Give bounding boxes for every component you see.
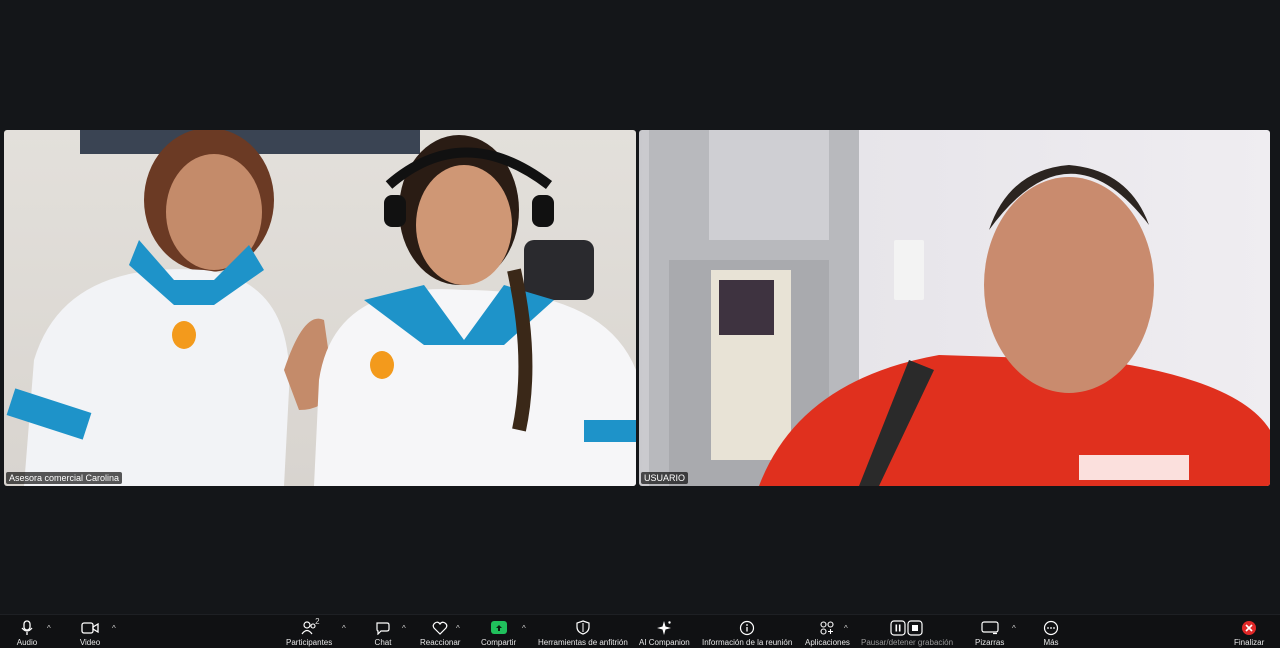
video-feed-usuario: [649, 130, 1270, 486]
whiteboards-options-caret[interactable]: ^: [1012, 624, 1016, 633]
shield-icon: [576, 620, 590, 635]
apps-options-caret[interactable]: ^: [844, 624, 848, 633]
video-camera-icon: [81, 621, 99, 634]
share-screen-icon: [490, 621, 507, 634]
sparkle-icon: [657, 620, 672, 635]
audio-label: Audio: [16, 638, 38, 647]
video-feed-carolina: [6, 130, 636, 486]
more-label: Más: [1043, 638, 1059, 647]
pause-stop-icon: [890, 619, 923, 636]
audio-button[interactable]: Audio: [16, 619, 38, 648]
participant-name-tag: USUARIO: [641, 472, 689, 484]
participants-button[interactable]: 2 Participantes: [286, 617, 333, 648]
participant-name-tag: Asesora comercial Carolina: [6, 472, 123, 484]
meeting-toolbar: Audio ^ Video ^ 2 Participantes ^ Chat ^…: [0, 614, 1280, 648]
whiteboard-icon: [981, 620, 999, 634]
video-tile-carolina[interactable]: Asesora comercial Carolina: [4, 130, 636, 486]
video-label: Video: [79, 638, 101, 647]
participants-options-caret[interactable]: ^: [342, 624, 346, 633]
video-options-caret[interactable]: ^: [112, 624, 116, 633]
video-stage: Asesora comercial Carolina USUARIO: [0, 0, 1280, 614]
heart-icon: [432, 621, 448, 635]
chat-options-caret[interactable]: ^: [402, 624, 406, 633]
share-label: Compartir: [481, 638, 517, 647]
ai-companion-button[interactable]: AI Companion: [639, 619, 690, 648]
close-icon: [1242, 620, 1257, 635]
participants-label: Participantes: [286, 638, 333, 647]
video-button[interactable]: Video: [79, 619, 101, 648]
video-tile-usuario[interactable]: USUARIO: [639, 130, 1270, 486]
apps-icon: [820, 620, 835, 635]
end-meeting-label: Finalizar: [1234, 638, 1265, 647]
participants-count: 2: [315, 617, 320, 626]
host-tools-label: Herramientas de anfitrión: [538, 638, 628, 647]
microphone-icon: [21, 619, 33, 635]
meeting-info-button[interactable]: Información de la reunión: [702, 619, 792, 648]
record-control-label: Pausar/detener grabación: [861, 638, 954, 647]
apps-label: Aplicaciones: [805, 638, 850, 647]
host-tools-button[interactable]: Herramientas de anfitrión: [538, 619, 628, 648]
share-button[interactable]: Compartir: [481, 619, 516, 648]
audio-options-caret[interactable]: ^: [47, 624, 51, 633]
more-button[interactable]: Más: [1040, 619, 1062, 648]
info-icon: [740, 620, 755, 635]
whiteboards-button[interactable]: Pizarras: [975, 619, 1004, 648]
meeting-info-label: Información de la reunión: [702, 638, 793, 647]
react-label: Reaccionar: [420, 638, 461, 647]
more-icon: [1043, 620, 1059, 635]
record-control-button[interactable]: Pausar/detener grabación: [861, 619, 953, 648]
share-options-caret[interactable]: ^: [522, 624, 526, 633]
end-meeting-button[interactable]: Finalizar: [1234, 619, 1264, 648]
chat-button[interactable]: Chat: [372, 619, 394, 648]
chat-icon: [376, 621, 390, 635]
react-options-caret[interactable]: ^: [456, 624, 460, 633]
chat-label: Chat: [374, 638, 392, 647]
ai-companion-label: AI Companion: [639, 638, 690, 647]
whiteboards-label: Pizarras: [975, 638, 1005, 647]
react-button[interactable]: Reaccionar: [420, 619, 460, 648]
